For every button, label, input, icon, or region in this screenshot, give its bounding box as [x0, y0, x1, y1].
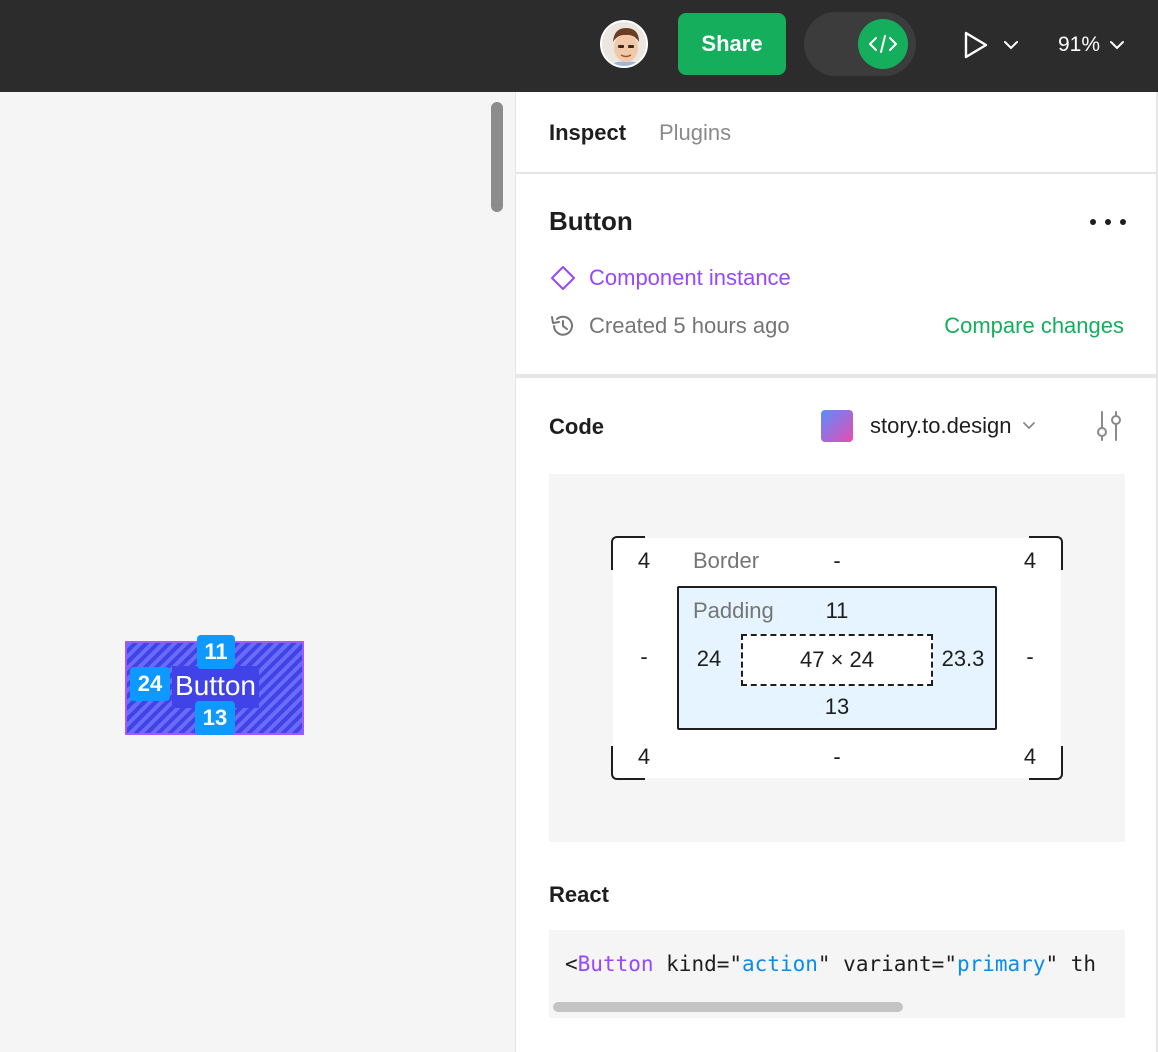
- padding-label: Padding: [693, 598, 774, 623]
- zoom-dropdown[interactable]: 91%: [1058, 28, 1134, 62]
- dev-mode-toggle[interactable]: [804, 12, 916, 76]
- code-string: action: [742, 952, 818, 976]
- radius-bottom-right: 4: [1023, 744, 1037, 769]
- padding-left-value: 24: [696, 646, 722, 671]
- play-icon: [964, 31, 988, 59]
- tab-inspect[interactable]: Inspect: [549, 120, 626, 146]
- story-to-design-logo: [821, 410, 853, 442]
- section-divider: [516, 374, 1157, 378]
- layer-name: Button: [549, 206, 633, 236]
- padding-top-badge: 11: [197, 635, 235, 669]
- radius-top-left: 4: [637, 548, 651, 573]
- padding-top-value: 11: [825, 598, 849, 623]
- padding-box: Padding 11 24 23.3 13 47 × 24: [677, 586, 997, 730]
- more-dot: [1090, 219, 1096, 225]
- content-size-value: 47 × 24: [799, 647, 874, 672]
- code-attr: " variant=": [817, 952, 957, 976]
- radius-bottom-left: 4: [637, 744, 651, 769]
- more-options-button[interactable]: [1090, 210, 1126, 234]
- more-dot: [1105, 219, 1111, 225]
- user-avatar[interactable]: [600, 20, 648, 68]
- design-canvas[interactable]: [0, 92, 515, 1052]
- plugin-name: story.to.design: [870, 413, 1012, 438]
- top-toolbar: Share 91%: [0, 0, 1158, 92]
- present-button[interactable]: [962, 28, 1022, 62]
- code-bracket: <: [565, 952, 578, 976]
- box-model-diagram: 4 4 4 4 Border - - - - Padding 11 24 23.…: [549, 474, 1125, 842]
- tab-plugins[interactable]: Plugins: [659, 120, 731, 146]
- panel-tabs: Inspect Plugins: [516, 92, 1157, 174]
- chevron-down-icon: [1110, 41, 1125, 50]
- sliders-icon: [1097, 411, 1121, 441]
- code-icon: [858, 19, 908, 69]
- compare-changes-link[interactable]: Compare changes: [944, 313, 1124, 339]
- code-attr: " th: [1045, 952, 1097, 976]
- component-instance-link[interactable]: Component instance: [549, 264, 791, 292]
- react-code-block[interactable]: <Button kind="action" variant="primary" …: [549, 930, 1125, 1018]
- code-attr: kind=": [653, 952, 743, 976]
- code-plugin-dropdown[interactable]: story.to.design: [821, 410, 1037, 442]
- component-instance-label: Component instance: [589, 265, 791, 290]
- code-tag: Button: [577, 952, 654, 976]
- code-string: primary: [956, 952, 1046, 976]
- border-top-value: -: [833, 548, 841, 573]
- border-right-value: -: [1026, 644, 1034, 669]
- created-info: Created 5 hours ago: [549, 312, 790, 340]
- border-bottom-value: -: [833, 744, 841, 769]
- react-section-title: React: [549, 882, 609, 907]
- border-box: 4 4 4 4 Border - - - - Padding 11 24 23.…: [611, 536, 1063, 780]
- canvas-scrollbar[interactable]: [491, 102, 503, 212]
- padding-bottom-badge: 13: [195, 701, 235, 735]
- selected-button-text: Button: [175, 670, 256, 701]
- code-horizontal-scrollbar[interactable]: [553, 1002, 903, 1012]
- radius-top-right: 4: [1023, 548, 1037, 573]
- chevron-down-icon: [1023, 422, 1036, 430]
- history-icon: [551, 315, 573, 336]
- border-left-value: -: [640, 644, 648, 669]
- chevron-down-icon: [1004, 41, 1018, 50]
- border-label: Border: [693, 548, 760, 573]
- zoom-value: 91%: [1058, 33, 1101, 56]
- more-dot: [1120, 219, 1126, 225]
- share-button[interactable]: Share: [678, 13, 786, 75]
- code-settings-button[interactable]: [1096, 410, 1122, 442]
- padding-left-badge: 24: [130, 667, 170, 701]
- content-size-box: 47 × 24: [741, 634, 933, 686]
- code-line: <Button kind="action" variant="primary" …: [565, 952, 1096, 976]
- inspect-panel: Inspect Plugins Button Component instanc…: [515, 92, 1158, 1052]
- padding-bottom-value: 13: [824, 694, 850, 719]
- created-text: Created 5 hours ago: [589, 313, 790, 338]
- code-section-title: Code: [549, 414, 604, 439]
- component-instance-icon: [551, 266, 575, 290]
- avatar-image: [602, 22, 646, 66]
- padding-right-value: 23.3: [941, 646, 985, 671]
